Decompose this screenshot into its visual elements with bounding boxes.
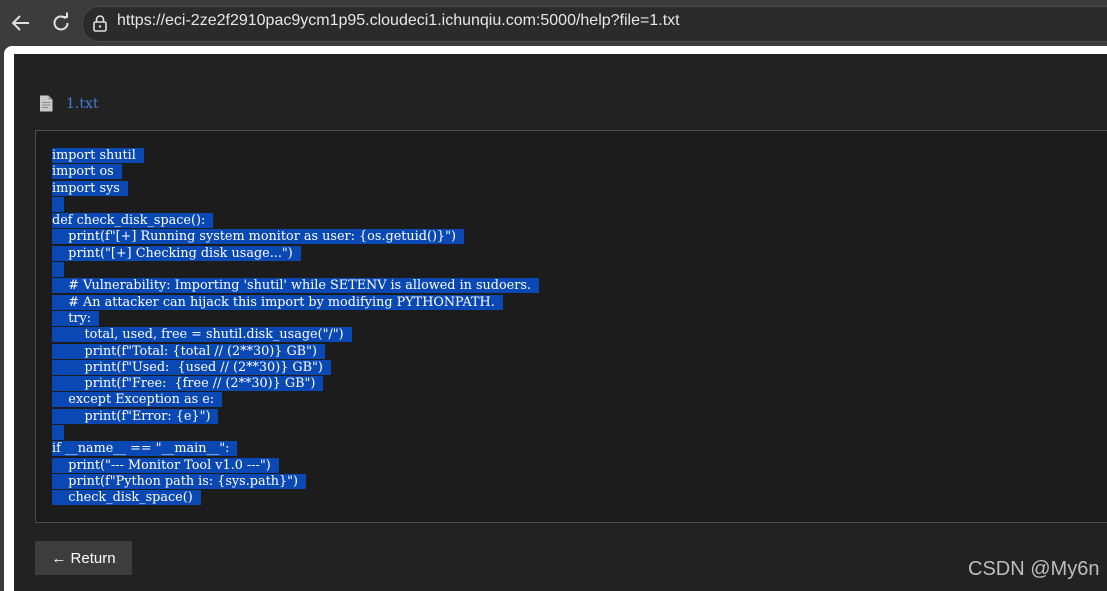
code-line: print(f"Python path is: {sys.path}") <box>52 473 539 490</box>
code-line <box>52 196 539 213</box>
code-line-text: check_disk_space() <box>52 490 201 506</box>
code-line: def check_disk_space(): <box>52 213 539 229</box>
code-line: total, used, free = shutil.disk_usage("/… <box>52 327 539 343</box>
document-icon <box>39 95 53 112</box>
url-text[interactable]: https://eci-2ze2f2910pac9ycm1p95.cloudec… <box>117 12 680 30</box>
code-line: # An attacker can hijack this import by … <box>52 294 539 311</box>
file-name: 1.txt <box>66 96 99 112</box>
code-line-text: import sys <box>52 180 128 196</box>
back-arrow-icon[interactable] <box>10 12 32 34</box>
code-line-text: print("--- Monitor Tool v1.0 ---") <box>52 457 279 473</box>
code-block: import shutil import os import sys def che… <box>52 148 540 507</box>
code-line-text: def check_disk_space(): <box>52 213 214 229</box>
lock-icon[interactable] <box>92 14 108 32</box>
code-line-text: # An attacker can hijack this import by … <box>52 294 503 310</box>
code-line: print(f"Error: {e}") <box>52 408 539 425</box>
code-line: import sys <box>52 180 539 197</box>
return-button[interactable]: ← Return <box>35 541 132 575</box>
code-line-text <box>52 425 65 441</box>
code-line: print("--- Monitor Tool v1.0 ---") <box>52 457 539 474</box>
code-line-text: print(f"Total: {total // (2**30)} GB") <box>52 343 325 359</box>
code-line: print(f"Free: {free // (2**30)} GB") <box>52 376 539 392</box>
code-line: import os <box>52 164 539 180</box>
code-line: print(f"Total: {total // (2**30)} GB") <box>52 343 539 360</box>
code-line: # Vulnerability: Importing 'shutil' whil… <box>52 278 540 294</box>
code-line-text: # Vulnerability: Importing 'shutil' whil… <box>52 278 540 294</box>
code-line-text: print(f"Error: {e}") <box>52 408 219 424</box>
code-line-text: try: <box>52 310 100 326</box>
code-line: except Exception as e: <box>52 392 539 408</box>
code-line-text: print("[+] Checking disk usage...") <box>52 245 301 261</box>
code-line: if __name__ == "__main__": <box>52 441 539 457</box>
code-line: try: <box>52 310 539 327</box>
code-line-text <box>52 196 65 212</box>
code-line: print("[+] Checking disk usage...") <box>52 245 539 262</box>
code-line-text: except Exception as e: <box>52 392 223 408</box>
code-line-text: import shutil <box>52 148 144 163</box>
code-line-text <box>52 262 65 278</box>
code-line: check_disk_space() <box>52 490 539 506</box>
code-line-text: print(f"Free: {free // (2**30)} GB") <box>52 376 324 392</box>
code-line <box>52 262 539 278</box>
code-line-text: print(f"Python path is: {sys.path}") <box>52 473 307 489</box>
code-line-text: if __name__ == "__main__": <box>52 441 238 457</box>
code-line-text: import os <box>52 164 122 180</box>
code-line-text: total, used, free = shutil.disk_usage("/… <box>52 327 352 343</box>
code-line-text: print(f"[+] Running system monitor as us… <box>52 229 464 245</box>
code-line <box>52 425 539 441</box>
reload-icon[interactable] <box>50 12 72 34</box>
code-line: print(f"[+] Running system monitor as us… <box>52 229 539 245</box>
watermark: CSDN @My6n <box>968 558 1100 580</box>
code-line: import shutil <box>52 148 539 164</box>
code-line: print(f"Used: {used // (2**30)} GB") <box>52 359 539 376</box>
code-line-text: print(f"Used: {used // (2**30)} GB") <box>52 359 331 375</box>
